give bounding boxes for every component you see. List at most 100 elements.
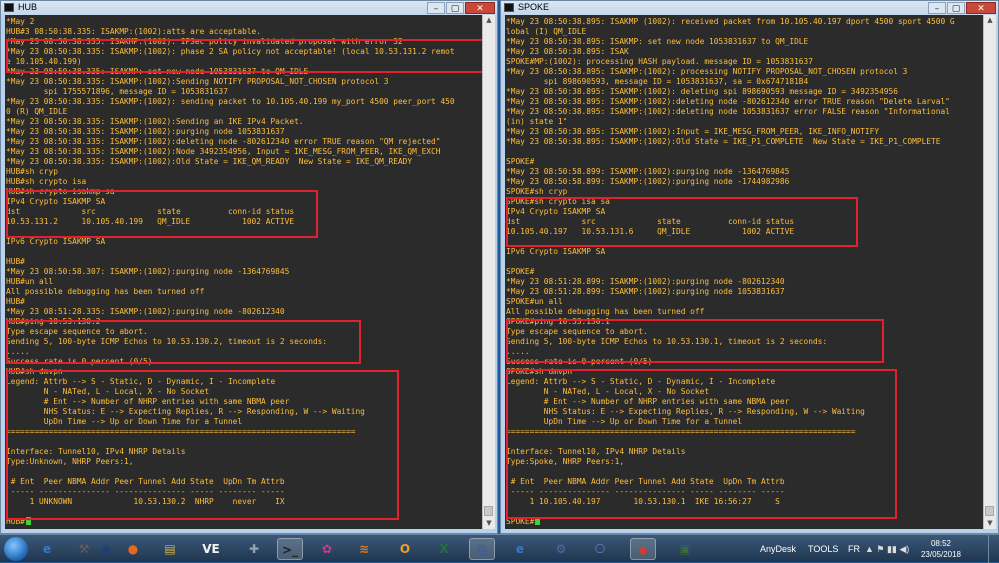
spoke-terminal-line: *May 23 08:50:38.895: ISAKMP (1002): rec…: [506, 17, 955, 26]
terminal-app-icon: [504, 3, 514, 12]
spoke-window[interactable]: SPOKE – ▢ ✕ *May 23 08:50:38.895: ISAKMP…: [500, 0, 999, 534]
tray-icons[interactable]: ▲ ⚑ ▮▮ ◀): [865, 535, 909, 563]
highlight-box-dmvpn: [506, 369, 897, 519]
highlight-box-ping: [506, 319, 884, 363]
settings-icon[interactable]: ⚙: [548, 538, 574, 560]
highlight-box-dmvpn: [6, 370, 399, 520]
ve-icon[interactable]: VE: [198, 538, 224, 560]
spoke-terminal-line: *May 23 08:50:38.895: ISAKMP: set new no…: [506, 37, 809, 46]
start-button[interactable]: [4, 537, 28, 561]
maximize-button[interactable]: ▢: [947, 2, 965, 14]
spoke-terminal-line: *May 23 08:50:58.899: ISAKMP:(1002):purg…: [506, 167, 790, 176]
spoke-terminal-line: *May 23 08:50:38.895: ISAKMP:(1002):Old …: [506, 137, 941, 146]
explorer-icon[interactable]: ▤: [157, 538, 183, 560]
spoke-terminal-line: *May 23 08:50:38.895: ISAKMP:(1002): del…: [506, 87, 898, 96]
spoke-terminal-line: lobal (I) QM_IDLE: [506, 27, 587, 36]
outlook-icon[interactable]: O: [392, 538, 418, 560]
highlight-box-isakmp-sa: [6, 190, 318, 238]
hub-terminal-line: HUB#: [6, 297, 25, 306]
notepad-icon[interactable]: ▣: [672, 538, 698, 560]
hub-terminal-line: All possible debugging has been turned o…: [6, 287, 205, 296]
puzzle-icon[interactable]: ✚: [241, 538, 267, 560]
spoke-terminal-line: SPOKE#: [506, 157, 535, 166]
hub-terminal-line: *May 23 08:50:38.335: ISAKMP:(1002):Send…: [6, 77, 389, 86]
spoke-titlebar[interactable]: SPOKE – ▢ ✕: [501, 1, 998, 15]
scroll-down-icon[interactable]: ▼: [483, 518, 495, 529]
spoke-terminal-line: *May 23 08:50:38.895: ISAKMP:(1002):Inpu…: [506, 127, 880, 136]
hub-terminal-line: *May 23 08:51:28.335: ISAKMP:(1002):purg…: [6, 307, 285, 316]
scroll-up-icon[interactable]: ▲: [984, 15, 996, 26]
hub-window-title: HUB: [18, 2, 38, 12]
spoke-window-title: SPOKE: [518, 2, 550, 12]
hub-terminal-line: HUB#3 08:50:38.335: ISAKMP:(1002):atts a…: [6, 27, 262, 36]
spoke-terminal-line: [506, 257, 984, 267]
spoke-terminal-line: *May 23 08:51:28.899: ISAKMP:(1002):purg…: [506, 277, 785, 286]
show-desktop-button[interactable]: [988, 535, 999, 563]
highlight-box-isakmp-sa: [506, 197, 858, 247]
scroll-up-icon[interactable]: ▲: [483, 15, 495, 26]
close-button[interactable]: ✕: [465, 2, 495, 14]
network-icon[interactable]: ✿: [314, 538, 340, 560]
spoke-terminal-line: *May 23 08:50:38.895: ISAKMP:(1002): pro…: [506, 67, 908, 76]
spoke-terminal-line: [506, 147, 984, 157]
hub-titlebar[interactable]: HUB – ▢ ✕: [1, 1, 497, 15]
hub-terminal-line: *May 2: [6, 17, 35, 26]
mysql-icon[interactable]: ≋: [351, 538, 377, 560]
hub-terminal-line: IPv6 Crypto ISAKMP SA: [6, 237, 106, 246]
spoke-terminal[interactable]: *May 23 08:50:38.895: ISAKMP (1002): rec…: [505, 15, 984, 529]
hub-terminal-line: HUB#sh cryp: [6, 167, 58, 176]
hub-window-controls: – ▢ ✕: [427, 2, 495, 14]
spoke-terminal-line: *May 23 08:51:28.899: ISAKMP:(1002):purg…: [506, 287, 785, 296]
clock-time: 08:52: [930, 539, 951, 548]
spoke-terminal-line: IPv6 Crypto ISAKMP SA: [506, 247, 606, 256]
firefox-icon[interactable]: ●: [120, 538, 146, 560]
spoke-terminal-line: All possible debugging has been turned o…: [506, 307, 705, 316]
hub-terminal-line: [6, 247, 483, 257]
hub-terminal-line: HUB#sh crypto isa: [6, 177, 87, 186]
highlight-box-phase2-error: [6, 39, 483, 73]
hub-terminal-line: *May 23 08:50:38.335: ISAKMP:(1002):Node…: [6, 147, 441, 156]
excel-icon[interactable]: X: [431, 538, 457, 560]
spoke-terminal-line: *May 23 08:50:38.895: ISAK: [506, 47, 629, 56]
tools-tray-label[interactable]: TOOLS: [808, 535, 838, 563]
hub-terminal-line: *May 23 08:50:58.307: ISAKMP:(1002):purg…: [6, 267, 290, 276]
scroll-thumb[interactable]: [484, 506, 493, 516]
hub-terminal[interactable]: *May 2 HUB#3 08:50:38.335: ISAKMP:(1002):…: [5, 15, 483, 529]
spoke-terminal-line: SPOKE#sh cryp: [506, 187, 568, 196]
spoke-terminal-line: SPOKE#: [506, 267, 535, 276]
ie-icon[interactable]: e: [34, 538, 60, 560]
security-icon[interactable]: ◉: [93, 538, 119, 560]
close-button[interactable]: ✕: [966, 2, 996, 14]
anydesk-app-icon[interactable]: ◆: [630, 538, 656, 560]
ie2-icon[interactable]: e: [507, 538, 533, 560]
highlight-box-ping: [6, 320, 361, 364]
putty-icon[interactable]: ⎘: [469, 538, 495, 560]
taskbar: e ⚒ ◉ ● ▤ VE ✚ >_ ✿ ≋ O X ⎘ e ⚙ ⎔ ◆ ▣ AnyDesk TOOLS FR ▲ …: [0, 534, 999, 563]
spoke-terminal-line: spi 898690593, message ID = 1053831637, …: [506, 77, 809, 86]
language-indicator[interactable]: FR: [848, 535, 860, 563]
hub-terminal-line: *May 23 08:50:38.335: ISAKMP:(1002):Send…: [6, 117, 304, 126]
scroll-thumb[interactable]: [985, 506, 994, 516]
terminal-app-icon: [4, 3, 14, 12]
hub-terminal-line: HUB#un all: [6, 277, 54, 286]
network2-icon[interactable]: ⎔: [587, 538, 613, 560]
minimize-button[interactable]: –: [928, 2, 946, 14]
clock-date: 23/05/2018: [920, 550, 961, 559]
anydesk-tray-label[interactable]: AnyDesk: [760, 535, 796, 563]
hub-terminal-line: *May 23 08:50:38.335: ISAKMP:(1002):purg…: [6, 127, 285, 136]
hub-scrollbar[interactable]: ▲ ▼: [482, 15, 495, 529]
hub-terminal-line: spi 1755571896, message ID = 1053831637: [6, 87, 228, 96]
hub-terminal-line: *May 23 08:50:38.335: ISAKMP:(1002): sen…: [6, 97, 455, 106]
spoke-terminal-line: *May 23 08:50:38.895: ISAKMP:(1002):dele…: [506, 107, 950, 116]
clock[interactable]: 08:52 23/05/2018: [921, 538, 961, 560]
hub-terminal-line: *May 23 08:50:38.335: ISAKMP:(1002):Old …: [6, 157, 413, 166]
maximize-button[interactable]: ▢: [446, 2, 464, 14]
hub-terminal-line: HUB#: [6, 257, 25, 266]
hub-terminal-line: 0 (R) QM_IDLE: [6, 107, 68, 116]
spoke-terminal-line: SPOKE#MP:(1002): processing HASH payload…: [506, 57, 813, 66]
scroll-down-icon[interactable]: ▼: [984, 518, 996, 529]
spoke-scrollbar[interactable]: ▲ ▼: [983, 15, 996, 529]
minimize-button[interactable]: –: [427, 2, 445, 14]
hub-window[interactable]: HUB – ▢ ✕ *May 2 HUB#3 08:50:38.335: ISAK…: [0, 0, 498, 534]
terminal-icon[interactable]: >_: [277, 538, 303, 560]
